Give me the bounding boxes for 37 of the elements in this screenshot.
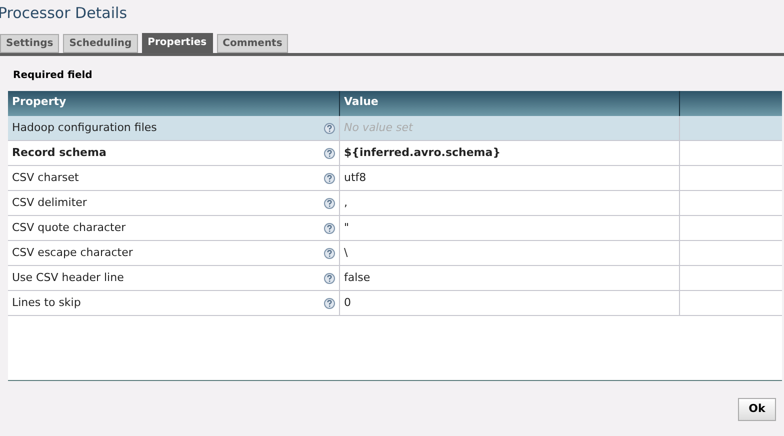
- property-name: Use CSV header line: [12, 270, 125, 286]
- property-name: CSV delimiter: [12, 194, 88, 211]
- table-row[interactable]: Lines to skip 0: [8, 291, 782, 316]
- property-value[interactable]: ": [344, 220, 350, 236]
- table-row[interactable]: CSV quote character ": [8, 216, 782, 241]
- ok-button[interactable]: Ok: [738, 398, 776, 421]
- property-name: Hadoop configuration files: [12, 120, 158, 136]
- table-row[interactable]: Use CSV header line false: [8, 266, 782, 291]
- property-name: CSV escape character: [12, 244, 134, 261]
- property-value[interactable]: ,: [344, 194, 348, 212]
- property-value[interactable]: utf8: [344, 170, 366, 186]
- tab[interactable]: Settings: [0, 34, 60, 53]
- property-name: CSV charset: [12, 170, 80, 186]
- tab[interactable]: Scheduling: [63, 34, 138, 53]
- tab[interactable]: Properties: [142, 33, 213, 53]
- property-value[interactable]: 0: [344, 294, 351, 312]
- property-name: Record schema: [12, 144, 108, 161]
- help-icon[interactable]: [324, 148, 335, 158]
- property-value[interactable]: ${inferred.avro.schema}: [344, 144, 501, 162]
- table-row[interactable]: CSV delimiter ,: [8, 191, 782, 216]
- table-row[interactable]: Record schema ${inferred.avro.schema}: [8, 141, 782, 166]
- help-icon[interactable]: [324, 248, 335, 258]
- help-icon[interactable]: [324, 122, 335, 134]
- property-value[interactable]: \: [344, 244, 348, 262]
- tab[interactable]: Comments: [216, 34, 288, 53]
- help-icon[interactable]: [324, 272, 335, 284]
- help-icon[interactable]: [324, 298, 335, 308]
- table-row[interactable]: CSV escape character \: [8, 241, 782, 266]
- required-field-legend: Required field: [13, 70, 784, 82]
- table-row[interactable]: Hadoop configuration files No value set: [8, 116, 782, 141]
- help-icon[interactable]: [324, 198, 335, 208]
- property-name: Lines to skip: [12, 294, 82, 311]
- property-value[interactable]: false: [344, 270, 370, 286]
- property-name: CSV quote character: [12, 220, 127, 236]
- help-icon[interactable]: [324, 172, 335, 184]
- help-icon[interactable]: [324, 222, 335, 234]
- table-row[interactable]: CSV charset utf8: [8, 166, 782, 191]
